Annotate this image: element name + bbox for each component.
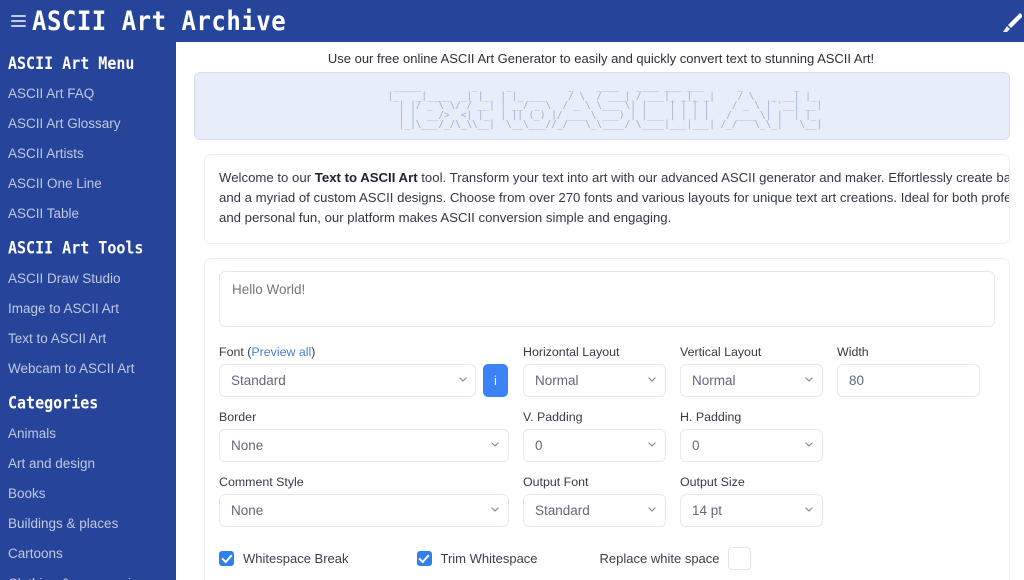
sidebar-item-ascii-art-faq[interactable]: ASCII Art FAQ (0, 86, 176, 101)
sidebar-item-ascii-art-glossary[interactable]: ASCII Art Glossary (0, 116, 176, 131)
paintbrush-icon[interactable] (996, 10, 1023, 34)
ascii-art-banner: _____ _ _ _ ____ ____ ___ ___ _ _ |_ _|_… (194, 72, 1010, 140)
width-field: Width (837, 345, 980, 397)
output-size-field: Output Size 14 pt (680, 475, 823, 527)
font-select[interactable]: Standard (219, 364, 476, 397)
hamburger-menu-icon[interactable] (4, 15, 32, 27)
output-font-field: Output Font Standard (523, 475, 666, 527)
vertical-layout-field: Vertical Layout Normal (680, 345, 823, 397)
sidebar-item-ascii-one-line[interactable]: ASCII One Line (0, 176, 176, 191)
description-card: Welcome to our Text to ASCII Art tool. T… (204, 154, 1010, 244)
font-label-text: Font ( (219, 345, 252, 359)
sidebar-item-webcam-to-ascii-art[interactable]: Webcam to ASCII Art (0, 361, 176, 376)
description-text: Welcome to our Text to ASCII Art tool. T… (205, 155, 1009, 243)
form-row-3: Comment Style None Output Font Standard (219, 475, 995, 527)
comment-style-field: Comment Style None (219, 475, 509, 527)
whitespace-break-checkbox[interactable]: Whitespace Break (219, 551, 349, 566)
h-padding-select[interactable]: 0 (680, 429, 823, 462)
vertical-layout-label: Vertical Layout (680, 345, 762, 359)
whitespace-break-label: Whitespace Break (243, 551, 349, 566)
form-options-row: Whitespace Break Trim Whitespace Replace… (219, 547, 995, 572)
replace-white-space-label: Replace white space (599, 551, 720, 566)
preview-all-link[interactable]: Preview all (251, 345, 311, 359)
sidebar-item-ascii-table[interactable]: ASCII Table (0, 206, 176, 221)
font-info-button[interactable]: i (483, 364, 508, 397)
replace-white-space-field: Replace white space (600, 547, 751, 570)
comment-style-label: Comment Style (219, 475, 304, 489)
sidebar-item-ascii-artists[interactable]: ASCII Artists (0, 146, 176, 161)
sidebar-item-ascii-draw-studio[interactable]: ASCII Draw Studio (0, 271, 176, 286)
sidebar-item-clothing-accessories[interactable]: Clothing & accessories (0, 576, 176, 580)
width-label: Width (837, 345, 869, 359)
ascii-art-banner-text: _____ _ _ _ ____ ____ ___ ___ _ _ |_ _|_… (387, 81, 823, 131)
description-line1-suffix: tool. Transform your text into art with … (417, 170, 1009, 185)
description-line2: and a myriad of custom ASCII designs. Ch… (219, 190, 1009, 205)
v-padding-field: V. Padding 0 (523, 410, 666, 462)
sidebar-item-buildings-places[interactable]: Buildings & places (0, 516, 176, 531)
text-input-textarea[interactable] (219, 271, 995, 327)
form-row-1: Font (Preview all) Standard i Horizontal… (219, 345, 995, 397)
output-size-label: Output Size (680, 475, 745, 489)
output-font-select[interactable]: Standard (523, 494, 666, 527)
sidebar-item-image-to-ascii-art[interactable]: Image to ASCII Art (0, 301, 176, 316)
font-field: Font (Preview all) Standard i (219, 345, 509, 397)
comment-style-select[interactable]: None (219, 494, 509, 527)
font-label: Font (Preview all) (219, 345, 509, 359)
border-field: Border None (219, 410, 509, 462)
v-padding-label: V. Padding (523, 410, 583, 424)
description-line1-bold: Text to ASCII Art (314, 170, 418, 185)
sidebar-heading-categories: Categories (8, 392, 99, 414)
sidebar-item-books[interactable]: Books (0, 486, 176, 501)
horizontal-layout-field: Horizontal Layout Normal (523, 345, 666, 397)
font-label-close: ) (311, 345, 316, 359)
border-select[interactable]: None (219, 429, 509, 462)
width-input[interactable] (837, 364, 980, 397)
output-size-select[interactable]: 14 pt (680, 494, 823, 527)
sidebar-heading-ascii-art-menu: ASCII Art Menu (8, 52, 135, 74)
hamburger-bar (10, 25, 26, 27)
output-font-label: Output Font (523, 475, 589, 489)
sidebar: ASCII Art Menu ASCII Art FAQ ASCII Art G… (0, 42, 176, 580)
h-padding-label: H. Padding (680, 410, 742, 424)
vertical-layout-select[interactable]: Normal (680, 364, 823, 397)
description-line3: and personal fun, our platform makes ASC… (219, 210, 672, 225)
sidebar-item-text-to-ascii-art[interactable]: Text to ASCII Art (0, 331, 176, 346)
trim-whitespace-label: Trim Whitespace (440, 551, 538, 566)
border-label: Border (219, 410, 257, 424)
description-line1-prefix: Welcome to our (219, 170, 315, 185)
horizontal-layout-label: Horizontal Layout (523, 345, 620, 359)
page-tagline: Use our free online ASCII Art Generator … (327, 51, 875, 66)
sidebar-item-art-and-design[interactable]: Art and design (0, 456, 176, 471)
h-padding-field: H. Padding 0 (680, 410, 823, 462)
sidebar-item-cartoons[interactable]: Cartoons (0, 546, 176, 561)
sidebar-item-animals[interactable]: Animals (0, 426, 176, 441)
sidebar-heading-ascii-art-tools: ASCII Art Tools (8, 237, 144, 259)
main-content: Use our free online ASCII Art Generator … (178, 42, 1024, 580)
form-row-2: Border None V. Padding 0 H. Padding 0 (219, 410, 995, 462)
hamburger-bar (10, 20, 26, 22)
site-title[interactable]: ASCII Art Archive (32, 5, 286, 36)
hamburger-bar (10, 15, 26, 17)
checkbox-box[interactable] (219, 551, 234, 566)
v-padding-select[interactable]: 0 (523, 429, 666, 462)
horizontal-layout-select[interactable]: Normal (523, 364, 666, 397)
replace-white-space-input[interactable] (727, 547, 751, 570)
trim-whitespace-checkbox[interactable]: Trim Whitespace (416, 551, 538, 566)
generator-form-card: Font (Preview all) Standard i Horizontal… (204, 258, 1010, 580)
top-bar: ASCII Art Archive (0, 0, 1024, 42)
checkbox-box[interactable] (416, 551, 432, 566)
